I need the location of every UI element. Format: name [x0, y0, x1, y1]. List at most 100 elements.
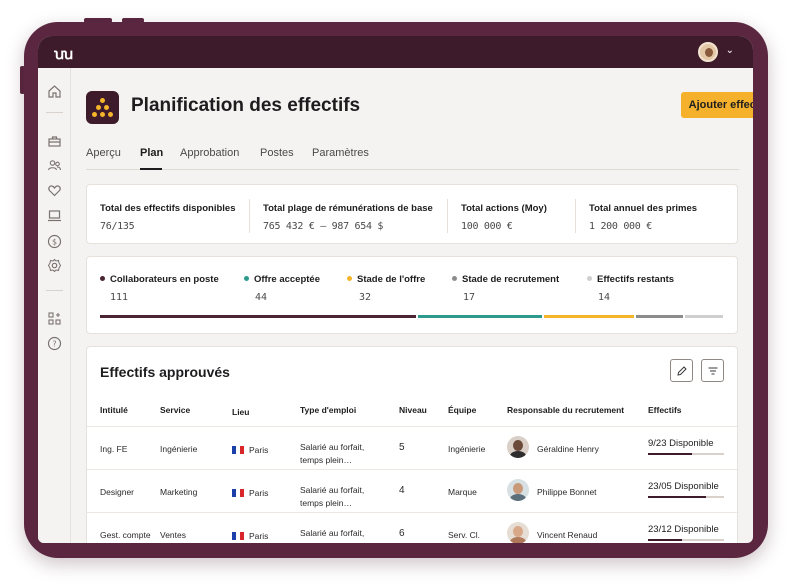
row-divider [87, 426, 739, 427]
legend-hired: Collaborateurs en poste [100, 274, 219, 285]
kpi-value: 76/135 [100, 221, 135, 232]
svg-text:$: $ [52, 238, 57, 247]
cell-recruiter[interactable]: Géraldine Henry [537, 444, 599, 454]
active-tab-indicator [140, 168, 162, 170]
cell-level: 6 [399, 528, 405, 539]
user-avatar[interactable] [698, 42, 718, 62]
legend-label: Collaborateurs en poste [110, 274, 219, 285]
pipeline-card: Collaborateurs en poste 111 Offre accept… [86, 256, 738, 334]
cell-team: Serv. Cl. [448, 530, 480, 540]
legend-label: Stade de l'offre [357, 274, 426, 285]
france-flag-icon [232, 532, 244, 540]
employment-line: Salarié au forfait, [300, 528, 365, 538]
legend-offer-stage: Stade de l'offre [347, 274, 425, 285]
legend-bullet [244, 276, 249, 281]
legend-label: Stade de recrutement [462, 274, 560, 285]
add-headcount-button[interactable]: Ajouter effectifs [681, 92, 753, 118]
column-header-service: Service [160, 405, 191, 415]
people-icon[interactable] [47, 158, 62, 173]
tab-positions[interactable]: Postes [260, 147, 294, 159]
approved-headcount-table: Effectifs approuvés Intitulé Service Lie… [86, 346, 739, 543]
sidebar: $ ? [38, 68, 71, 543]
column-header-headcount: Effectifs [648, 405, 682, 415]
tab-overview[interactable]: Aperçu [86, 147, 121, 159]
cell-headcount: 23/05 Disponible [648, 481, 719, 492]
headcount-progress [648, 453, 724, 455]
sidebar-divider [46, 112, 63, 113]
app-screen: ꭒꭒ ⌄ $ ? Planification des effectifs Ajo… [38, 36, 753, 543]
france-flag-icon [232, 446, 244, 454]
cell-title: Gest. compte [100, 530, 151, 540]
cell-service: Ventes [160, 530, 186, 540]
cell-recruiter[interactable]: Vincent Renaud [537, 530, 597, 540]
top-bar: ꭒꭒ ⌄ [38, 36, 753, 68]
laptop-icon[interactable] [47, 208, 62, 223]
column-header-title: Intitulé [100, 405, 128, 415]
pipeline-segment [684, 315, 723, 318]
tab-settings[interactable]: Paramètres [312, 147, 369, 159]
home-icon[interactable] [47, 84, 62, 99]
legend-label: Offre acceptée [254, 274, 321, 285]
cell-team: Ingénierie [448, 444, 486, 454]
kpi-label: Total des effectifs disponibles [100, 203, 236, 214]
avatar [507, 436, 529, 458]
cell-title: Designer [100, 487, 135, 497]
legend-bullet [347, 276, 352, 281]
location-label: Paris [249, 531, 269, 541]
legend-offer-accepted: Offre acceptée [244, 274, 320, 285]
main-content: Planification des effectifs Ajouter effe… [71, 68, 753, 543]
pipeline-segment [418, 315, 543, 318]
pencil-icon[interactable] [670, 359, 693, 382]
avatar [507, 479, 529, 501]
cell-level: 5 [399, 442, 405, 453]
chevron-down-icon[interactable]: ⌄ [726, 45, 734, 56]
heart-icon[interactable] [47, 183, 62, 198]
row-divider [87, 512, 739, 513]
sidebar-divider [46, 290, 63, 291]
dollar-icon[interactable]: $ [47, 234, 62, 249]
kpi-divider [249, 199, 250, 233]
filter-icon[interactable] [701, 359, 724, 382]
employment-line: Salarié au forfait, [300, 485, 365, 495]
kpi-summary-card: Total des effectifs disponibles 76/135 T… [86, 184, 738, 244]
svg-text:?: ? [52, 340, 56, 349]
cell-recruiter[interactable]: Philippe Bonnet [537, 487, 597, 497]
pipeline-segment [636, 315, 683, 318]
workforce-app-icon [86, 91, 119, 124]
kpi-label: Total annuel des primes [589, 203, 698, 214]
legend-recruiting-stage: Stade de recrutement [452, 274, 559, 285]
cell-location: Paris [232, 445, 268, 455]
headcount-progress [648, 539, 724, 541]
tab-approval[interactable]: Approbation [180, 147, 239, 159]
legend-remaining: Effectifs restants [587, 274, 674, 285]
legend-bullet [587, 276, 592, 281]
employment-line: temps plein… [300, 498, 352, 508]
legend-bullet [452, 276, 457, 281]
kpi-value: 1 200 000 € [589, 221, 652, 232]
cell-employment-type: Salarié au forfait, [300, 527, 364, 540]
column-header-recruiter: Responsable du recrutement [507, 405, 625, 415]
avatar [507, 522, 529, 543]
kpi-divider [575, 199, 576, 233]
kpi-value: 100 000 € [461, 221, 513, 232]
legend-value: 17 [463, 292, 476, 303]
apps-icon[interactable] [47, 311, 62, 326]
app-logo[interactable]: ꭒꭒ [54, 44, 73, 64]
cell-location: Paris [232, 531, 268, 541]
tab-plan[interactable]: Plan [140, 147, 163, 159]
help-icon[interactable]: ? [47, 336, 62, 351]
cell-team: Marque [448, 487, 477, 497]
column-header-location: Lieu [232, 407, 250, 417]
kpi-label: Total plage de rémunérations de base [263, 203, 433, 214]
briefcase-icon[interactable] [47, 134, 62, 149]
settings-icon[interactable] [47, 258, 62, 273]
legend-value: 32 [359, 292, 372, 303]
cell-service: Ingénierie [160, 444, 198, 454]
headcount-progress-fill [648, 496, 706, 498]
legend-bullet [100, 276, 105, 281]
tabs-divider [86, 169, 739, 170]
row-divider [87, 469, 739, 470]
legend-value: 111 [110, 292, 129, 303]
cell-location: Paris [232, 488, 268, 498]
employment-line: Salarié au forfait, [300, 442, 365, 452]
